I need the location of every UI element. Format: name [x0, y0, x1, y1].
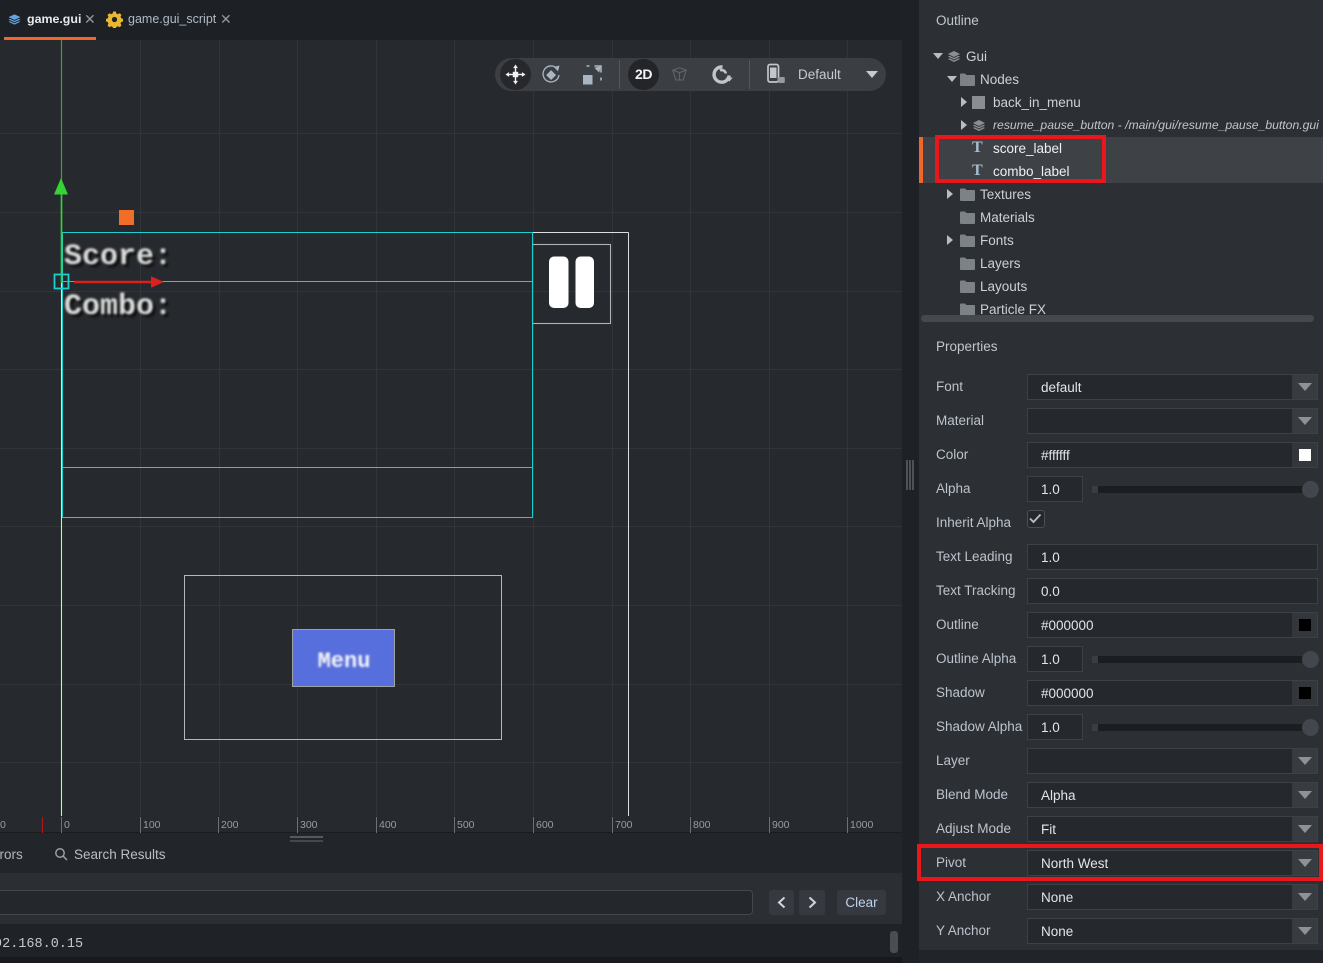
svg-text:Score:: Score: — [64, 240, 172, 274]
svg-text:Combo:: Combo: — [64, 290, 172, 324]
svg-text:Menu: Menu — [318, 649, 371, 674]
